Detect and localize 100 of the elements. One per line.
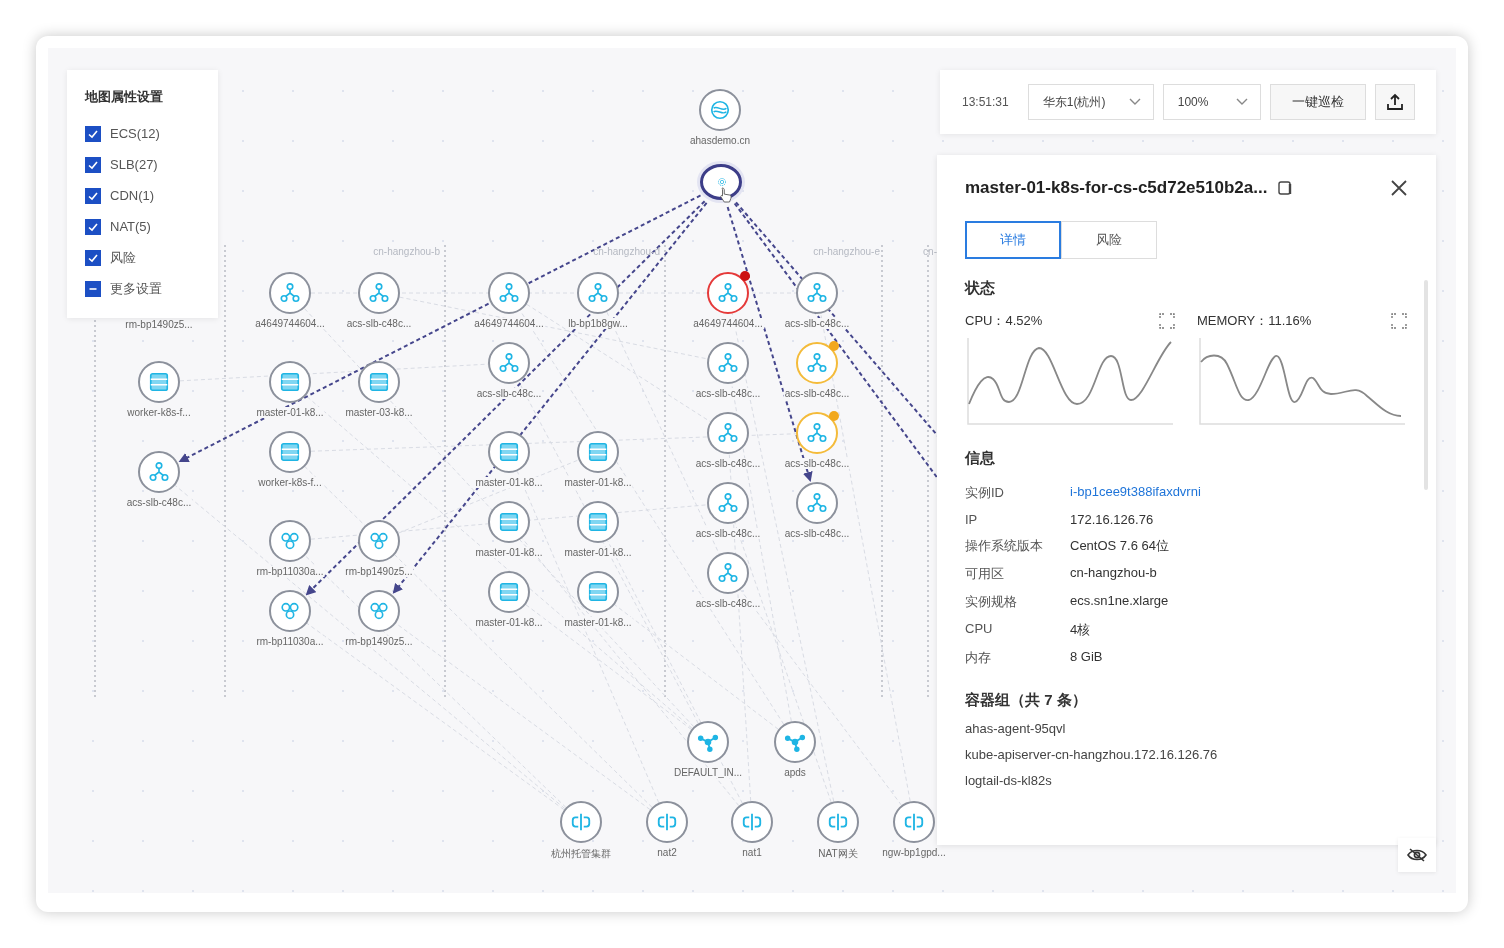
info-value: 8 GiB: [1070, 649, 1104, 666]
checkbox[interactable]: [85, 187, 101, 204]
zone-label: cn-hangzhou-d: [593, 246, 660, 257]
pod-item: logtail-ds-kl82s: [965, 773, 1053, 788]
rds-node[interactable]: [269, 520, 311, 562]
node-label: rm-bp1490z5...: [124, 319, 194, 330]
slb-node[interactable]: [707, 272, 749, 314]
server-icon: [148, 371, 170, 393]
cluster-icon: [279, 600, 301, 622]
hub-icon: [717, 422, 739, 444]
checkbox[interactable]: [85, 280, 101, 297]
rds-node[interactable]: [358, 520, 400, 562]
node-label: master-03-k8...: [344, 407, 414, 418]
vpc-node[interactable]: [731, 801, 773, 843]
checkbox[interactable]: [85, 218, 101, 235]
hidden-eye-icon: [1406, 847, 1428, 863]
info-key: 内存: [965, 649, 1070, 667]
net-node[interactable]: [774, 721, 816, 763]
node-label: nat1: [741, 847, 763, 858]
expand-icon[interactable]: [1391, 313, 1407, 329]
slb-node[interactable]: [138, 451, 180, 493]
slb-node[interactable]: [488, 272, 530, 314]
checkbox[interactable]: [85, 125, 101, 142]
status-dot: [740, 271, 750, 281]
node-label: acs-slb-c48c...: [694, 528, 762, 539]
section-heading: 信息: [965, 449, 996, 468]
hub-icon: [587, 282, 609, 304]
ecs-node[interactable]: [269, 431, 311, 473]
hub-icon: [717, 562, 739, 584]
server-icon: [498, 581, 520, 603]
checkbox-label: SLB(27): [110, 157, 158, 172]
copy-icon[interactable]: [1277, 180, 1294, 196]
slb-node[interactable]: [269, 272, 311, 314]
slb-node[interactable]: [796, 412, 838, 454]
hub-icon: [498, 352, 520, 374]
ecs-node[interactable]: [488, 431, 530, 473]
hub-icon: [717, 492, 739, 514]
ecs-node[interactable]: [577, 431, 619, 473]
close-icon[interactable]: [1390, 179, 1408, 197]
zoom-select[interactable]: 100%: [1162, 84, 1261, 120]
node-label: acs-slb-c48c...: [694, 458, 762, 469]
tab[interactable]: 详情: [965, 221, 1061, 259]
visibility-button[interactable]: [1398, 838, 1436, 872]
checkbox[interactable]: [85, 156, 101, 173]
vpc-node[interactable]: [560, 801, 602, 843]
net-node[interactable]: [687, 721, 729, 763]
node-label: acs-slb-c48c...: [694, 598, 762, 609]
slb-node[interactable]: [796, 482, 838, 524]
info-key: CPU: [965, 621, 1070, 639]
gateway-node[interactable]: [700, 164, 742, 200]
ecs-node[interactable]: [138, 361, 180, 403]
slb-node[interactable]: [707, 412, 749, 454]
upload-icon: [1385, 93, 1404, 111]
upload-button[interactable]: [1374, 84, 1415, 120]
info-value: 172.16.126.76: [1070, 512, 1155, 527]
clock-time: 13:51:31: [962, 95, 1009, 109]
ecs-node[interactable]: [488, 501, 530, 543]
node-label: rm-bp1490z5...: [344, 636, 414, 647]
node-label: rm-bp11030a...: [255, 566, 325, 577]
checkbox-label: CDN(1): [110, 188, 155, 203]
tab[interactable]: 风险: [1061, 221, 1157, 259]
cdn-node[interactable]: [699, 89, 741, 131]
hub-icon: [806, 422, 828, 444]
expand-icon[interactable]: [1159, 313, 1175, 329]
hub-icon: [368, 282, 390, 304]
ecs-node[interactable]: [269, 361, 311, 403]
ecs-node[interactable]: [577, 571, 619, 613]
vpc-node[interactable]: [817, 801, 859, 843]
node-label: DEFAULT_IN...: [672, 767, 744, 778]
region-select[interactable]: 华东1(杭州): [1027, 84, 1154, 120]
slb-node[interactable]: [707, 482, 749, 524]
info-value: ecs.sn1ne.xlarge: [1070, 593, 1170, 610]
vpc-node[interactable]: [893, 801, 935, 843]
ecs-node[interactable]: [577, 501, 619, 543]
slb-node[interactable]: [796, 342, 838, 384]
node-label: apds: [783, 767, 807, 778]
ecs-node[interactable]: [358, 361, 400, 403]
gateway-icon: [741, 811, 763, 833]
slb-node[interactable]: [577, 272, 619, 314]
vpc-node[interactable]: [646, 801, 688, 843]
slb-node[interactable]: [796, 272, 838, 314]
slb-node[interactable]: [707, 342, 749, 384]
instance-title: master-01-k8s-for-cs-c5d72e510b2a...: [965, 178, 1268, 198]
slb-node[interactable]: [358, 272, 400, 314]
slb-node[interactable]: [707, 552, 749, 594]
server-icon: [498, 511, 520, 533]
node-label: acs-slb-c48c...: [345, 318, 413, 329]
inspect-button[interactable]: 一键巡检: [1269, 84, 1366, 120]
rds-node[interactable]: [358, 590, 400, 632]
node-label: NAT网关: [817, 847, 859, 861]
slb-node[interactable]: [488, 342, 530, 384]
ecs-node[interactable]: [488, 571, 530, 613]
server-icon: [587, 441, 609, 463]
node-label: nat2: [656, 847, 678, 858]
instance-link[interactable]: i-bp1cee9t388ifaxdvrni: [1070, 484, 1408, 502]
node-label: master-01-k8...: [474, 547, 544, 558]
node-label: a4649744604...: [692, 318, 764, 329]
pod-item: ahas-agent-95qvl: [965, 721, 1067, 736]
checkbox[interactable]: [85, 249, 101, 266]
rds-node[interactable]: [269, 590, 311, 632]
